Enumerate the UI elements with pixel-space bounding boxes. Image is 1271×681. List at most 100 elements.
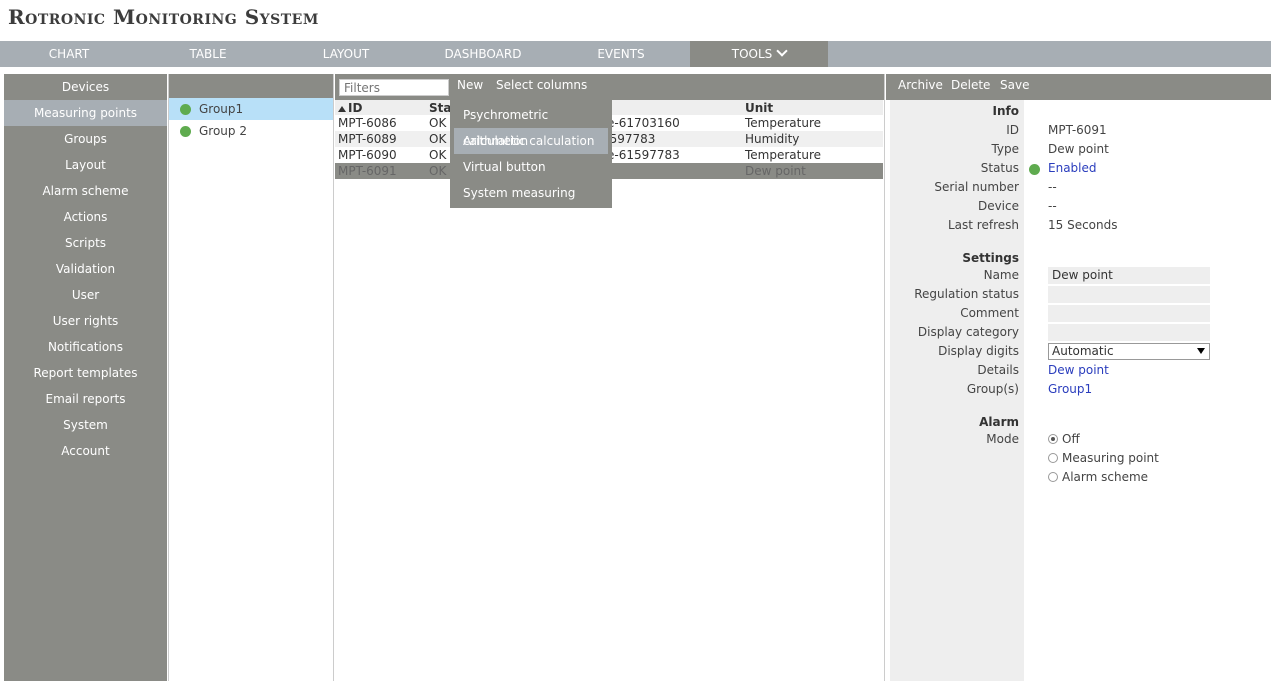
- status-enabled-icon: [1029, 164, 1040, 175]
- display-category-field[interactable]: [1048, 324, 1210, 341]
- mode-radio-measuring-point[interactable]: Measuring point: [1048, 451, 1159, 465]
- tab-table[interactable]: TABLE: [138, 41, 278, 67]
- id-label: ID: [1006, 123, 1019, 137]
- save-button[interactable]: Save: [1000, 78, 1029, 92]
- last-refresh-label: Last refresh: [948, 218, 1019, 232]
- group-item-group-2[interactable]: Group 2: [169, 120, 333, 142]
- info-heading: Info: [992, 104, 1019, 118]
- mode-radio-measuring-point-label: Measuring point: [1062, 451, 1159, 465]
- alarm-heading: Alarm: [979, 415, 1019, 429]
- cell-id: MPT-6090: [338, 148, 397, 162]
- sort-ascending-icon: [338, 105, 346, 112]
- radio-selected-icon: [1048, 434, 1058, 444]
- tab-chart[interactable]: CHART: [0, 41, 138, 67]
- archive-button[interactable]: Archive: [898, 78, 943, 92]
- cell-unit: Humidity: [742, 131, 883, 147]
- groups-header: [169, 74, 333, 98]
- sidebar-item-scripts[interactable]: Scripts: [4, 230, 167, 256]
- sidebar-item-measuring-points[interactable]: Measuring points: [4, 100, 167, 126]
- groups-label: Group(s): [966, 382, 1019, 396]
- radio-unselected-icon: [1048, 472, 1058, 482]
- comment-label: Comment: [960, 306, 1019, 320]
- tab-tools-label: TOOLS: [731, 47, 773, 61]
- tab-layout[interactable]: LAYOUT: [278, 41, 414, 67]
- tab-dashboard[interactable]: DASHBOARD: [414, 41, 552, 67]
- cell-id: MPT-6091: [335, 163, 426, 179]
- sidebar-item-report-templates[interactable]: Report templates: [4, 360, 167, 386]
- sidebar-item-groups[interactable]: Groups: [4, 126, 167, 152]
- details-label: Details: [977, 363, 1019, 377]
- groups-link[interactable]: Group1: [1048, 382, 1092, 396]
- menu-item-psychrometric-calculation[interactable]: Psychrometric calculation: [454, 102, 608, 148]
- display-digits-label: Display digits: [938, 344, 1019, 358]
- group-item-group1[interactable]: Group1: [169, 98, 333, 120]
- sidebar-item-layout[interactable]: Layout: [4, 152, 167, 178]
- status-label: Status: [980, 161, 1019, 175]
- new-button[interactable]: New: [457, 78, 483, 92]
- app-title: Rotronic Monitoring System: [8, 5, 319, 29]
- sidebar-item-actions[interactable]: Actions: [4, 204, 167, 230]
- sidebar-item-system[interactable]: System: [4, 412, 167, 438]
- details-link[interactable]: Dew point: [1048, 363, 1109, 377]
- column-header-id[interactable]: ID: [335, 100, 426, 115]
- list-toolbar: New Select columns: [335, 74, 884, 100]
- header: Rotronic Monitoring System: [0, 0, 1271, 40]
- column-header-unit[interactable]: Unit: [742, 100, 883, 115]
- top-navigation: CHART TABLE LAYOUT DASHBOARD EVENTS TOOL…: [0, 41, 1271, 67]
- sidebar-item-alarm-scheme[interactable]: Alarm scheme: [4, 178, 167, 204]
- select-columns-button[interactable]: Select columns: [496, 78, 587, 92]
- sidebar-item-devices[interactable]: Devices: [4, 74, 167, 100]
- column-header-id-label: ID: [348, 100, 363, 115]
- serial-number-value: --: [1048, 180, 1057, 194]
- tab-events[interactable]: EVENTS: [552, 41, 690, 67]
- sidebar-item-validation[interactable]: Validation: [4, 256, 167, 282]
- name-field[interactable]: Dew point: [1048, 267, 1210, 284]
- status-value[interactable]: Enabled: [1048, 161, 1097, 175]
- group-item-label: Group 2: [199, 124, 247, 138]
- radio-unselected-icon: [1048, 453, 1058, 463]
- serial-number-label: Serial number: [934, 180, 1019, 194]
- menu-item-arithmetic-calculation[interactable]: Arithmetic calculation: [454, 128, 608, 154]
- cell-unit: Dew point: [742, 163, 883, 179]
- tab-tools[interactable]: TOOLS: [690, 41, 828, 67]
- regulation-status-field[interactable]: [1048, 286, 1210, 303]
- status-ok-icon: [180, 104, 191, 115]
- regulation-status-label: Regulation status: [914, 287, 1019, 301]
- menu-item-virtual-button[interactable]: Virtual button: [454, 154, 608, 180]
- sidebar: Devices Measuring points Groups Layout A…: [4, 74, 167, 681]
- sidebar-item-user-rights[interactable]: User rights: [4, 308, 167, 334]
- name-label: Name: [983, 268, 1019, 282]
- mode-radio-alarm-scheme[interactable]: Alarm scheme: [1048, 470, 1148, 484]
- cell-id: MPT-6089: [335, 131, 426, 147]
- group-item-label: Group1: [199, 102, 244, 116]
- mode-label: Mode: [986, 432, 1019, 446]
- display-category-label: Display category: [917, 325, 1019, 339]
- detail-toolbar: Archive Delete Save: [886, 74, 1271, 100]
- dropdown-arrow-icon: [1197, 348, 1205, 354]
- sidebar-item-account[interactable]: Account: [4, 438, 167, 464]
- sidebar-item-notifications[interactable]: Notifications: [4, 334, 167, 360]
- id-value: MPT-6091: [1048, 123, 1107, 137]
- comment-field[interactable]: [1048, 305, 1210, 322]
- display-digits-select[interactable]: Automatic: [1048, 343, 1210, 360]
- cell-unit: Temperature: [745, 116, 822, 130]
- groups-panel: Group1 Group 2: [168, 74, 334, 681]
- delete-button[interactable]: Delete: [951, 78, 990, 92]
- sidebar-item-user[interactable]: User: [4, 282, 167, 308]
- menu-item-system-measuring-point[interactable]: System measuring point: [454, 180, 608, 226]
- sidebar-item-email-reports[interactable]: Email reports: [4, 386, 167, 412]
- type-label: Type: [991, 142, 1019, 156]
- device-label: Device: [977, 199, 1019, 213]
- mode-radio-off-label: Off: [1062, 432, 1080, 446]
- new-dropdown-menu: Psychrometric calculation Arithmetic cal…: [450, 100, 612, 226]
- filter-input[interactable]: [339, 79, 449, 96]
- last-refresh-value: 15 Seconds: [1048, 218, 1118, 232]
- cell-id: MPT-6086: [338, 116, 397, 130]
- mode-radio-off[interactable]: Off: [1048, 432, 1080, 446]
- settings-heading: Settings: [962, 251, 1019, 265]
- device-value: --: [1048, 199, 1057, 213]
- status-ok-icon: [180, 126, 191, 137]
- type-value: Dew point: [1048, 142, 1109, 156]
- detail-panel: Archive Delete Save Info ID MPT-6091 Typ…: [886, 74, 1271, 681]
- cell-unit: Temperature: [745, 148, 822, 162]
